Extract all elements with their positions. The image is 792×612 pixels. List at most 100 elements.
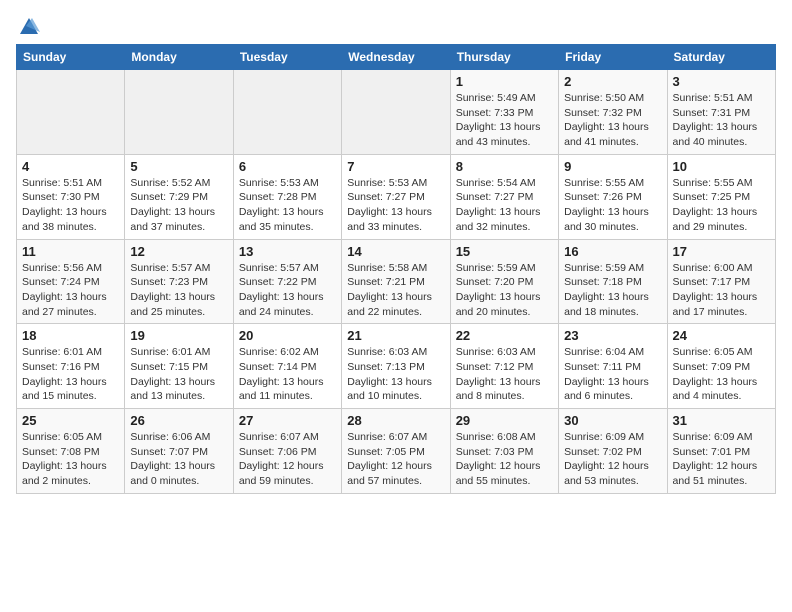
day-number: 18 <box>22 328 119 343</box>
day-header-friday: Friday <box>559 45 667 70</box>
calendar-cell: 24 Sunrise: 6:05 AMSunset: 7:09 PMDayligh… <box>667 324 775 409</box>
day-info: Sunrise: 5:55 AMSunset: 7:26 PMDaylight:… <box>564 176 661 235</box>
calendar-week-3: 11 Sunrise: 5:56 AMSunset: 7:24 PMDayligh… <box>17 239 776 324</box>
day-info: Sunrise: 5:50 AMSunset: 7:32 PMDaylight:… <box>564 91 661 150</box>
day-number: 29 <box>456 413 553 428</box>
day-info: Sunrise: 5:55 AMSunset: 7:25 PMDaylight:… <box>673 176 770 235</box>
day-info: Sunrise: 5:51 AMSunset: 7:30 PMDaylight:… <box>22 176 119 235</box>
day-info: Sunrise: 6:07 AMSunset: 7:06 PMDaylight:… <box>239 430 336 489</box>
logo-icon <box>18 16 40 38</box>
day-number: 13 <box>239 244 336 259</box>
calendar-cell: 28 Sunrise: 6:07 AMSunset: 7:05 PMDayligh… <box>342 409 450 494</box>
calendar-header: SundayMondayTuesdayWednesdayThursdayFrid… <box>17 45 776 70</box>
day-number: 17 <box>673 244 770 259</box>
day-number: 11 <box>22 244 119 259</box>
day-info: Sunrise: 6:03 AMSunset: 7:12 PMDaylight:… <box>456 345 553 404</box>
day-info: Sunrise: 6:04 AMSunset: 7:11 PMDaylight:… <box>564 345 661 404</box>
day-number: 10 <box>673 159 770 174</box>
day-info: Sunrise: 6:02 AMSunset: 7:14 PMDaylight:… <box>239 345 336 404</box>
calendar-cell: 21 Sunrise: 6:03 AMSunset: 7:13 PMDayligh… <box>342 324 450 409</box>
calendar-cell: 2 Sunrise: 5:50 AMSunset: 7:32 PMDaylight… <box>559 70 667 155</box>
calendar-table: SundayMondayTuesdayWednesdayThursdayFrid… <box>16 44 776 494</box>
day-header-monday: Monday <box>125 45 233 70</box>
calendar-cell: 18Sunrise: 6:01 AMSunset: 7:16 PMDayligh… <box>17 324 125 409</box>
day-number: 23 <box>564 328 661 343</box>
calendar-cell: 13Sunrise: 5:57 AMSunset: 7:22 PMDayligh… <box>233 239 341 324</box>
calendar-cell: 3 Sunrise: 5:51 AMSunset: 7:31 PMDaylight… <box>667 70 775 155</box>
day-number: 22 <box>456 328 553 343</box>
day-info: Sunrise: 6:07 AMSunset: 7:05 PMDaylight:… <box>347 430 444 489</box>
calendar-cell: 22 Sunrise: 6:03 AMSunset: 7:12 PMDayligh… <box>450 324 558 409</box>
calendar-cell <box>17 70 125 155</box>
day-info: Sunrise: 6:05 AMSunset: 7:08 PMDaylight:… <box>22 430 119 489</box>
day-number: 4 <box>22 159 119 174</box>
day-info: Sunrise: 5:59 AMSunset: 7:20 PMDaylight:… <box>456 261 553 320</box>
day-number: 9 <box>564 159 661 174</box>
day-number: 5 <box>130 159 227 174</box>
calendar-week-1: 1Sunrise: 5:49 AMSunset: 7:33 PMDaylight… <box>17 70 776 155</box>
calendar-week-2: 4 Sunrise: 5:51 AMSunset: 7:30 PMDaylight… <box>17 154 776 239</box>
calendar-cell: 16Sunrise: 5:59 AMSunset: 7:18 PMDayligh… <box>559 239 667 324</box>
day-number: 15 <box>456 244 553 259</box>
day-info: Sunrise: 6:08 AMSunset: 7:03 PMDaylight:… <box>456 430 553 489</box>
day-number: 28 <box>347 413 444 428</box>
calendar-cell <box>342 70 450 155</box>
calendar-cell: 17 Sunrise: 6:00 AMSunset: 7:17 PMDayligh… <box>667 239 775 324</box>
day-number: 24 <box>673 328 770 343</box>
day-info: Sunrise: 6:01 AMSunset: 7:15 PMDaylight:… <box>130 345 227 404</box>
calendar-cell: 25 Sunrise: 6:05 AMSunset: 7:08 PMDayligh… <box>17 409 125 494</box>
day-number: 14 <box>347 244 444 259</box>
calendar-cell: 8Sunrise: 5:54 AMSunset: 7:27 PMDaylight… <box>450 154 558 239</box>
day-number: 16 <box>564 244 661 259</box>
day-info: Sunrise: 5:53 AMSunset: 7:28 PMDaylight:… <box>239 176 336 235</box>
calendar-cell: 19 Sunrise: 6:01 AMSunset: 7:15 PMDayligh… <box>125 324 233 409</box>
calendar-cell: 31Sunrise: 6:09 AMSunset: 7:01 PMDayligh… <box>667 409 775 494</box>
day-number: 7 <box>347 159 444 174</box>
day-number: 30 <box>564 413 661 428</box>
calendar-week-5: 25 Sunrise: 6:05 AMSunset: 7:08 PMDayligh… <box>17 409 776 494</box>
day-info: Sunrise: 6:06 AMSunset: 7:07 PMDaylight:… <box>130 430 227 489</box>
calendar-cell: 27Sunrise: 6:07 AMSunset: 7:06 PMDayligh… <box>233 409 341 494</box>
day-header-tuesday: Tuesday <box>233 45 341 70</box>
calendar-cell <box>233 70 341 155</box>
day-number: 12 <box>130 244 227 259</box>
day-number: 1 <box>456 74 553 89</box>
calendar-cell: 15 Sunrise: 5:59 AMSunset: 7:20 PMDayligh… <box>450 239 558 324</box>
calendar-cell: 9 Sunrise: 5:55 AMSunset: 7:26 PMDaylight… <box>559 154 667 239</box>
calendar-cell: 5 Sunrise: 5:52 AMSunset: 7:29 PMDaylight… <box>125 154 233 239</box>
calendar-cell: 1Sunrise: 5:49 AMSunset: 7:33 PMDaylight… <box>450 70 558 155</box>
day-number: 3 <box>673 74 770 89</box>
calendar-cell <box>125 70 233 155</box>
calendar-cell: 14 Sunrise: 5:58 AMSunset: 7:21 PMDayligh… <box>342 239 450 324</box>
calendar-cell: 29 Sunrise: 6:08 AMSunset: 7:03 PMDayligh… <box>450 409 558 494</box>
day-number: 21 <box>347 328 444 343</box>
day-header-thursday: Thursday <box>450 45 558 70</box>
day-info: Sunrise: 5:51 AMSunset: 7:31 PMDaylight:… <box>673 91 770 150</box>
day-number: 20 <box>239 328 336 343</box>
calendar-cell: 6 Sunrise: 5:53 AMSunset: 7:28 PMDaylight… <box>233 154 341 239</box>
day-number: 31 <box>673 413 770 428</box>
day-number: 2 <box>564 74 661 89</box>
calendar-body: 1Sunrise: 5:49 AMSunset: 7:33 PMDaylight… <box>17 70 776 494</box>
day-number: 19 <box>130 328 227 343</box>
calendar-cell: 30 Sunrise: 6:09 AMSunset: 7:02 PMDayligh… <box>559 409 667 494</box>
page-header <box>16 16 776 32</box>
day-header-sunday: Sunday <box>17 45 125 70</box>
day-info: Sunrise: 6:05 AMSunset: 7:09 PMDaylight:… <box>673 345 770 404</box>
calendar-cell: 20 Sunrise: 6:02 AMSunset: 7:14 PMDayligh… <box>233 324 341 409</box>
day-info: Sunrise: 6:00 AMSunset: 7:17 PMDaylight:… <box>673 261 770 320</box>
day-info: Sunrise: 5:53 AMSunset: 7:27 PMDaylight:… <box>347 176 444 235</box>
day-number: 6 <box>239 159 336 174</box>
day-info: Sunrise: 6:03 AMSunset: 7:13 PMDaylight:… <box>347 345 444 404</box>
calendar-cell: 4 Sunrise: 5:51 AMSunset: 7:30 PMDaylight… <box>17 154 125 239</box>
calendar-cell: 26Sunrise: 6:06 AMSunset: 7:07 PMDayligh… <box>125 409 233 494</box>
calendar-week-4: 18Sunrise: 6:01 AMSunset: 7:16 PMDayligh… <box>17 324 776 409</box>
logo <box>16 16 40 32</box>
day-header-row: SundayMondayTuesdayWednesdayThursdayFrid… <box>17 45 776 70</box>
calendar-cell: 23 Sunrise: 6:04 AMSunset: 7:11 PMDayligh… <box>559 324 667 409</box>
day-info: Sunrise: 6:09 AMSunset: 7:02 PMDaylight:… <box>564 430 661 489</box>
day-number: 25 <box>22 413 119 428</box>
day-info: Sunrise: 5:58 AMSunset: 7:21 PMDaylight:… <box>347 261 444 320</box>
day-info: Sunrise: 5:56 AMSunset: 7:24 PMDaylight:… <box>22 261 119 320</box>
day-info: Sunrise: 5:52 AMSunset: 7:29 PMDaylight:… <box>130 176 227 235</box>
